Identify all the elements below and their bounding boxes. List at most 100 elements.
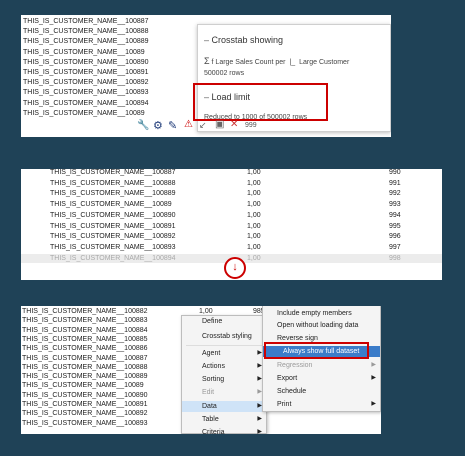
dimension-label: Large Customer [299,59,350,66]
table-row[interactable]: THIS_IS_CUSTOMER_NAME__100890 [23,58,149,68]
customer-name: THIS_IS_CUSTOMER_NAME__100888 [23,28,149,36]
table-row[interactable]: THIS_IS_CUSTOMER_NAME__100884 [22,326,148,336]
table-row[interactable]: THIS_IS_CUSTOMER_NAME__100890 1,00 994 [21,211,442,221]
customer-name: THIS_IS_CUSTOMER_NAME__100890 [22,391,148,399]
table-row[interactable]: THIS_IS_CUSTOMER_NAME__100888 [22,363,148,373]
customer-name: THIS_IS_CUSTOMER_NAME__100889 [50,190,176,198]
menu-item-sorting[interactable]: Sorting ▶ [182,374,266,385]
menu-item-agent[interactable]: Agent ▶ [182,348,266,359]
wrench-icon[interactable]: 🔧 [137,120,149,131]
menu-item-label: Regression [277,362,313,369]
cell-rank: 998 [389,254,401,262]
customer-name: THIS_IS_CUSTOMER_NAME__10089 [23,109,145,117]
table-row[interactable]: THIS_IS_CUSTOMER_NAME__10089 1,00 993 [21,200,442,210]
menu-item-label: Crosstab styling [202,333,252,340]
table-row[interactable]: THIS_IS_CUSTOMER_NAME__100887 1,00 990 [21,169,442,178]
chevron-right-icon: ▶ [257,429,262,434]
submenu-item-open-without-loading-data[interactable]: Open without loading data [263,320,380,331]
table-row[interactable]: THIS_IS_CUSTOMER_NAME__100885 [22,335,148,345]
crosstab-panel-middle: THIS_IS_CUSTOMER_NAME__100887 1,00 990 THIS… [21,169,442,280]
menu-item-edit[interactable]: Edit ▶ [182,387,266,398]
table-row[interactable]: THIS_IS_CUSTOMER_NAME__100893 [22,419,148,429]
table-row[interactable]: THIS_IS_CUSTOMER_NAME__100891 [23,68,149,78]
submenu-item-export[interactable]: Export ▶ [263,373,380,384]
cell-rank: 997 [389,243,401,251]
menu-item-label: Actions [202,363,225,370]
pencil-icon[interactable]: ✎ [168,119,177,132]
toolbar-value: 999 [245,122,257,129]
gear-icon[interactable]: ⚙ [153,119,163,132]
cell-value: 1,00 [247,233,261,241]
customer-name: THIS_IS_CUSTOMER_NAME__100894 [23,99,149,107]
customer-name: THIS_IS_CUSTOMER_NAME__100892 [22,410,148,418]
submenu-item-print[interactable]: Print ▶ [263,399,380,410]
table-row[interactable]: THIS_IS_CUSTOMER_NAME__10089 [22,381,144,391]
submenu-item-include-empty-members[interactable]: Include empty members [263,308,380,319]
table-row[interactable]: THIS_IS_CUSTOMER_NAME__100888 1,00 991 [21,179,442,189]
customer-name: THIS_IS_CUSTOMER_NAME__100892 [50,233,176,241]
cell-rank: 991 [389,179,401,187]
cell-rank: 992 [389,190,401,198]
resize-icon[interactable]: ↙ [199,120,207,131]
menu-item-label: Include empty members [277,310,352,317]
customer-name: THIS_IS_CUSTOMER_NAME__100883 [22,317,148,325]
menu-item-define[interactable]: Define [182,316,266,327]
table-row[interactable]: THIS_IS_CUSTOMER_NAME__100890 [22,391,148,401]
cell-value: 1,00 [247,222,261,230]
chevron-right-icon: ▶ [371,401,376,407]
table-row[interactable]: THIS_IS_CUSTOMER_NAME__100889 1,00 992 [21,189,442,199]
table-row[interactable]: THIS_IS_CUSTOMER_NAME__100888 [23,27,149,37]
table-row[interactable]: THIS_IS_CUSTOMER_NAME__100887 [22,354,148,364]
customer-name: THIS_IS_CUSTOMER_NAME__100888 [50,179,176,187]
table-row[interactable]: THIS_IS_CUSTOMER_NAME__100892 [22,409,148,419]
table-row[interactable]: THIS_IS_CUSTOMER_NAME__100894 [23,99,149,109]
table-row[interactable]: THIS_IS_CUSTOMER_NAME__10089 [23,109,145,119]
chevron-right-icon: ▶ [371,375,376,381]
table-row[interactable]: THIS_IS_CUSTOMER_NAME__100889 [22,372,148,382]
calendar-icon[interactable]: ▣ [215,119,224,130]
table-row[interactable]: THIS_IS_CUSTOMER_NAME__100887 [23,17,149,27]
table-row[interactable]: THIS_IS_CUSTOMER_NAME__100882 [22,307,148,317]
table-row[interactable]: THIS_IS_CUSTOMER_NAME__100893 1,00 997 [21,243,442,253]
cell-value: 1,00 [247,243,261,251]
customer-name: THIS_IS_CUSTOMER_NAME__10089 [50,201,172,209]
cell-value: 1,00 [247,179,261,187]
crosstab-panel-bottom: THIS_IS_CUSTOMER_NAME__100882 THIS_IS_CUS… [21,306,381,434]
crosstab-showing-title: Crosstab showing [211,35,284,45]
menu-item-crosstab-styling[interactable]: Crosstab styling [182,331,266,342]
menu-item-actions[interactable]: Actions ▶ [182,361,266,372]
customer-name: THIS_IS_CUSTOMER_NAME__10089 [23,48,145,56]
menu-item-label: Data [202,403,217,410]
submenu-item-schedule[interactable]: Schedule [263,386,380,397]
customer-name: THIS_IS_CUSTOMER_NAME__100886 [22,345,148,353]
submenu-item-regression[interactable]: Regression ▶ [263,360,380,371]
table-row[interactable]: THIS_IS_CUSTOMER_NAME__100891 1,00 995 [21,222,442,232]
table-row[interactable]: THIS_IS_CUSTOMER_NAME__100892 [23,78,149,88]
menu-item-label: Reverse sign [277,335,318,342]
menu-item-data[interactable]: Data ▶ [182,401,266,412]
table-row[interactable]: THIS_IS_CUSTOMER_NAME__100891 [22,400,148,410]
load-more-button[interactable]: ↓ [224,257,246,279]
table-row[interactable]: THIS_IS_CUSTOMER_NAME__100889 [23,37,149,47]
rows-count: 500002 rows [204,70,245,77]
customer-name: THIS_IS_CUSTOMER_NAME__10089 [22,382,144,390]
collapse-icon[interactable]: – [204,35,209,45]
customer-name: THIS_IS_CUSTOMER_NAME__100888 [22,363,148,371]
menu-item-table[interactable]: Table ▶ [182,414,266,425]
menu-item-criteria[interactable]: Criteria ▶ [182,427,266,434]
customer-name: THIS_IS_CUSTOMER_NAME__100891 [22,401,148,408]
customer-name: THIS_IS_CUSTOMER_NAME__100893 [50,243,176,251]
customer-name: THIS_IS_CUSTOMER_NAME__100889 [22,373,148,381]
customer-name: THIS_IS_CUSTOMER_NAME__100882 [22,308,148,315]
crosstab-panel-top: THIS_IS_CUSTOMER_NAME__100887 THIS_IS_CUS… [21,15,391,137]
table-row[interactable]: THIS_IS_CUSTOMER_NAME__100886 [22,344,148,354]
table-row[interactable]: THIS_IS_CUSTOMER_NAME__100883 [22,316,148,326]
warning-icon[interactable]: ⚠ [184,119,193,130]
cell-rank: 990 [389,169,401,176]
customer-name: THIS_IS_CUSTOMER_NAME__100893 [23,89,149,97]
close-icon[interactable]: ✕ [230,119,238,130]
table-row[interactable]: THIS_IS_CUSTOMER_NAME__100892 1,00 996 [21,232,442,242]
table-row[interactable]: THIS_IS_CUSTOMER_NAME__10089 [23,48,145,58]
measure-label: f Large Sales Count per [211,59,286,66]
table-row[interactable]: THIS_IS_CUSTOMER_NAME__100893 [23,88,149,98]
